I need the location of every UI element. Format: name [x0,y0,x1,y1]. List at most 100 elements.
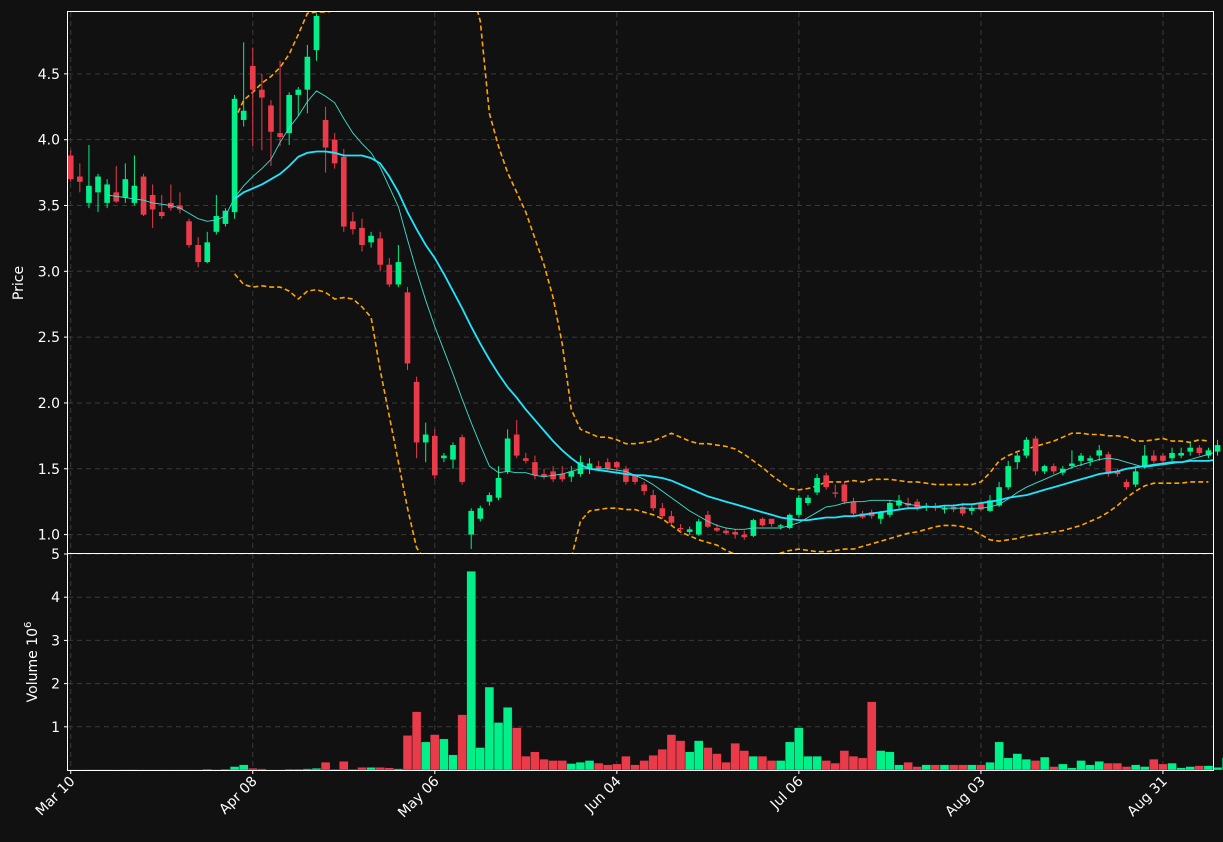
volume-bar [1158,763,1168,771]
volume-bar [930,764,941,771]
volume-bar [766,760,777,771]
volume-bar [548,760,558,771]
volume-bar [1067,767,1077,771]
candle-body [422,434,429,443]
volume-bar [503,707,513,771]
candle-body [268,105,274,132]
candle-body [1023,439,1030,456]
volume-bar [129,769,140,771]
volume-bar [1185,766,1195,771]
volume-tick-label: 4 [51,590,60,606]
price-tick-label: 1.0 [38,528,60,544]
candle-body [723,530,729,534]
candle-body [1096,450,1103,456]
candle-body [659,508,666,517]
candle-body [186,221,192,245]
volume-bar [421,741,431,771]
candle-body [340,156,347,227]
candle-body [1178,452,1184,456]
candle-body [104,184,110,203]
volume-bar [393,768,404,771]
volume-axis-title: Volume 106 [23,622,41,703]
volume-bar [557,760,567,771]
candle-body [131,185,138,203]
volume-bar [1085,764,1095,771]
candle-body [322,119,329,148]
volume-bar [1003,757,1013,771]
volume-bar [812,756,822,771]
volume-bar [175,769,185,771]
candle-body [686,529,693,532]
volume-bar [666,734,677,771]
volume-bar [402,735,413,771]
volume-bar [330,768,340,771]
candle-body [77,176,83,182]
candle-body [1141,455,1148,467]
volume-tick-label: 3 [51,633,60,649]
volume-tick-label: 5 [51,547,60,563]
volume-bar [612,763,622,771]
volume-bar [1021,759,1032,771]
volume-axis-title-text: Volume 10 [25,628,41,702]
volume-bar [1212,767,1223,771]
candle-body [259,89,265,98]
volume-bar [248,768,258,771]
candle-body [213,216,220,232]
candle-body [768,518,775,525]
volume-bar [1149,759,1159,771]
volume-tick-label: 2 [51,677,60,693]
candle-body [732,531,738,535]
volume-bar [566,763,576,771]
volume-bar [639,760,649,771]
candle-body [295,89,302,95]
candle-body [677,527,684,530]
volume-bar [939,764,950,771]
volume-bar [339,761,349,771]
volume-bar [539,759,549,771]
candle-body [431,435,438,476]
candle-body [614,462,620,468]
volume-bar [1167,762,1177,771]
volume-bar [239,764,249,771]
volume-bar [411,711,422,771]
volume-bar [675,740,686,771]
volume-bar [311,768,322,771]
price-tick-label: 2.0 [38,396,60,412]
volume-bar [757,756,768,771]
candle-body [95,176,101,193]
candle-body [468,510,475,535]
volume-bar [457,714,467,771]
candle-body [559,474,566,480]
volume-bar [193,769,203,771]
volume-bar [1030,760,1041,771]
candle-body [404,292,411,364]
volume-bar [284,768,294,771]
volume-bar [120,769,130,771]
volume-bar [948,764,959,771]
volume-bar [157,769,167,771]
volume-bar [257,768,267,771]
candle-body [1160,455,1166,461]
price-axis-title: Price [11,266,27,300]
volume-bar [484,686,495,771]
figure-background [0,0,1223,842]
candle-body [668,516,675,523]
candle-body [1087,458,1093,461]
candle-body [504,438,511,472]
volume-bar [1040,756,1050,771]
volume-bar [994,741,1004,771]
candle-body [823,475,829,488]
candle-body [377,238,384,265]
volume-bar [630,764,640,771]
volume-bar [1140,766,1150,771]
volume-bar [821,760,831,771]
volume-bar [384,767,394,771]
candle-body [796,497,802,515]
candle-body [477,508,484,519]
volume-bar [1103,762,1113,771]
volume-bar [75,769,85,771]
volume-bar [694,740,704,771]
candle-body [195,244,201,263]
volume-bar [912,766,922,771]
volume-bar [530,751,540,771]
